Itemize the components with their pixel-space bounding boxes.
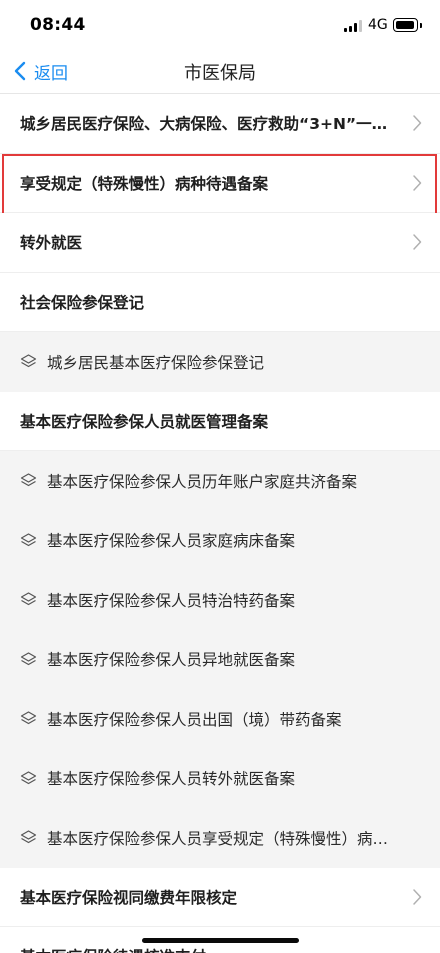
cellular-signal-icon	[344, 19, 364, 32]
chevron-right-icon	[413, 234, 422, 250]
sub-list-item[interactable]: 基本医疗保险参保人员异地就医备案	[0, 629, 440, 689]
list-item-label: 基本医疗保险参保人员异地就医备案	[47, 651, 296, 670]
sub-list-item[interactable]: 基本医疗保险参保人员家庭病床备案	[0, 510, 440, 570]
navigation-bar: 返回 市医保局	[0, 48, 440, 94]
category-list-item[interactable]: 基本医疗保险视同缴费年限核定	[0, 867, 440, 927]
list-item-label: 基本医疗保险参保人员就医管理备案	[20, 412, 269, 431]
chevron-right-icon	[413, 115, 422, 131]
chevron-right-icon	[413, 175, 422, 191]
layers-icon	[20, 830, 37, 844]
category-list-item[interactable]: 享受规定（特殊慢性）病种待遇备案	[0, 153, 440, 216]
list-item-label: 基本医疗保险参保人员历年账户家庭共济备案	[47, 472, 358, 491]
sub-list-item[interactable]: 基本医疗保险参保人员历年账户家庭共济备案	[0, 451, 440, 511]
list-item-label: 基本医疗保险参保人员出国（境）带药备案	[47, 710, 342, 729]
status-time: 08:44	[30, 15, 86, 35]
sub-list-item[interactable]: 城乡居民基本医疗保险参保登记	[0, 332, 440, 392]
list-item-label: 基本医疗保险待遇核准支付	[20, 945, 206, 953]
battery-icon	[393, 18, 422, 32]
layers-icon	[20, 592, 37, 606]
home-indicator[interactable]	[142, 938, 299, 943]
chevron-right-icon	[413, 889, 422, 905]
list-item-label: 基本医疗保险参保人员家庭病床备案	[47, 532, 296, 551]
service-list: 城乡居民医疗保险、大病保险、医疗救助“3+N”一站式结算 享受规定（特殊慢性）病种…	[0, 94, 440, 953]
layers-icon	[20, 771, 37, 784]
screen: 08:44 4G 返回 市医保局 城乡居民医疗保险、大病保险、医疗救助“3+N”…	[0, 0, 440, 953]
sub-list-item[interactable]: 基本医疗保险参保人员特治特药备案	[0, 570, 440, 630]
network-type-label: 4G	[368, 17, 388, 33]
layers-icon	[20, 652, 37, 665]
list-item-label: 基本医疗保险参保人员享受规定（特殊慢性）病种待遇备案	[47, 829, 400, 848]
list-item-label: 城乡居民医疗保险、大病保险、医疗救助“3+N”一站式结算	[20, 115, 400, 134]
status-bar: 08:44 4G	[0, 0, 440, 48]
page-title: 市医保局	[184, 63, 256, 84]
list-item-label: 基本医疗保险视同缴费年限核定	[20, 888, 238, 907]
list-item-label: 城乡居民基本医疗保险参保登记	[47, 353, 265, 372]
layers-icon	[20, 354, 37, 368]
list-item-label: 基本医疗保险参保人员特治特药备案	[47, 591, 296, 610]
list-item-label: 社会保险参保登记	[20, 293, 145, 312]
category-list-item[interactable]: 转外就医	[0, 213, 440, 273]
category-list-item[interactable]: 社会保险参保登记	[0, 272, 440, 332]
list-item-label: 基本医疗保险参保人员转外就医备案	[47, 770, 296, 789]
layers-icon	[20, 473, 37, 487]
layers-icon	[20, 533, 37, 546]
list-item-label: 转外就医	[20, 234, 83, 253]
layers-icon	[20, 711, 37, 725]
list-item-label: 享受规定（特殊慢性）病种待遇备案	[20, 174, 269, 193]
sub-list-item[interactable]: 基本医疗保险参保人员出国（境）带药备案	[0, 689, 440, 749]
sub-list-item[interactable]: 基本医疗保险参保人员享受规定（特殊慢性）病种待遇备案	[0, 808, 440, 868]
sub-list-item[interactable]: 基本医疗保险参保人员转外就医备案	[0, 748, 440, 808]
category-list-item[interactable]: 基本医疗保险参保人员就医管理备案	[0, 391, 440, 451]
category-list-item[interactable]: 城乡居民医疗保险、大病保险、医疗救助“3+N”一站式结算	[0, 94, 440, 154]
